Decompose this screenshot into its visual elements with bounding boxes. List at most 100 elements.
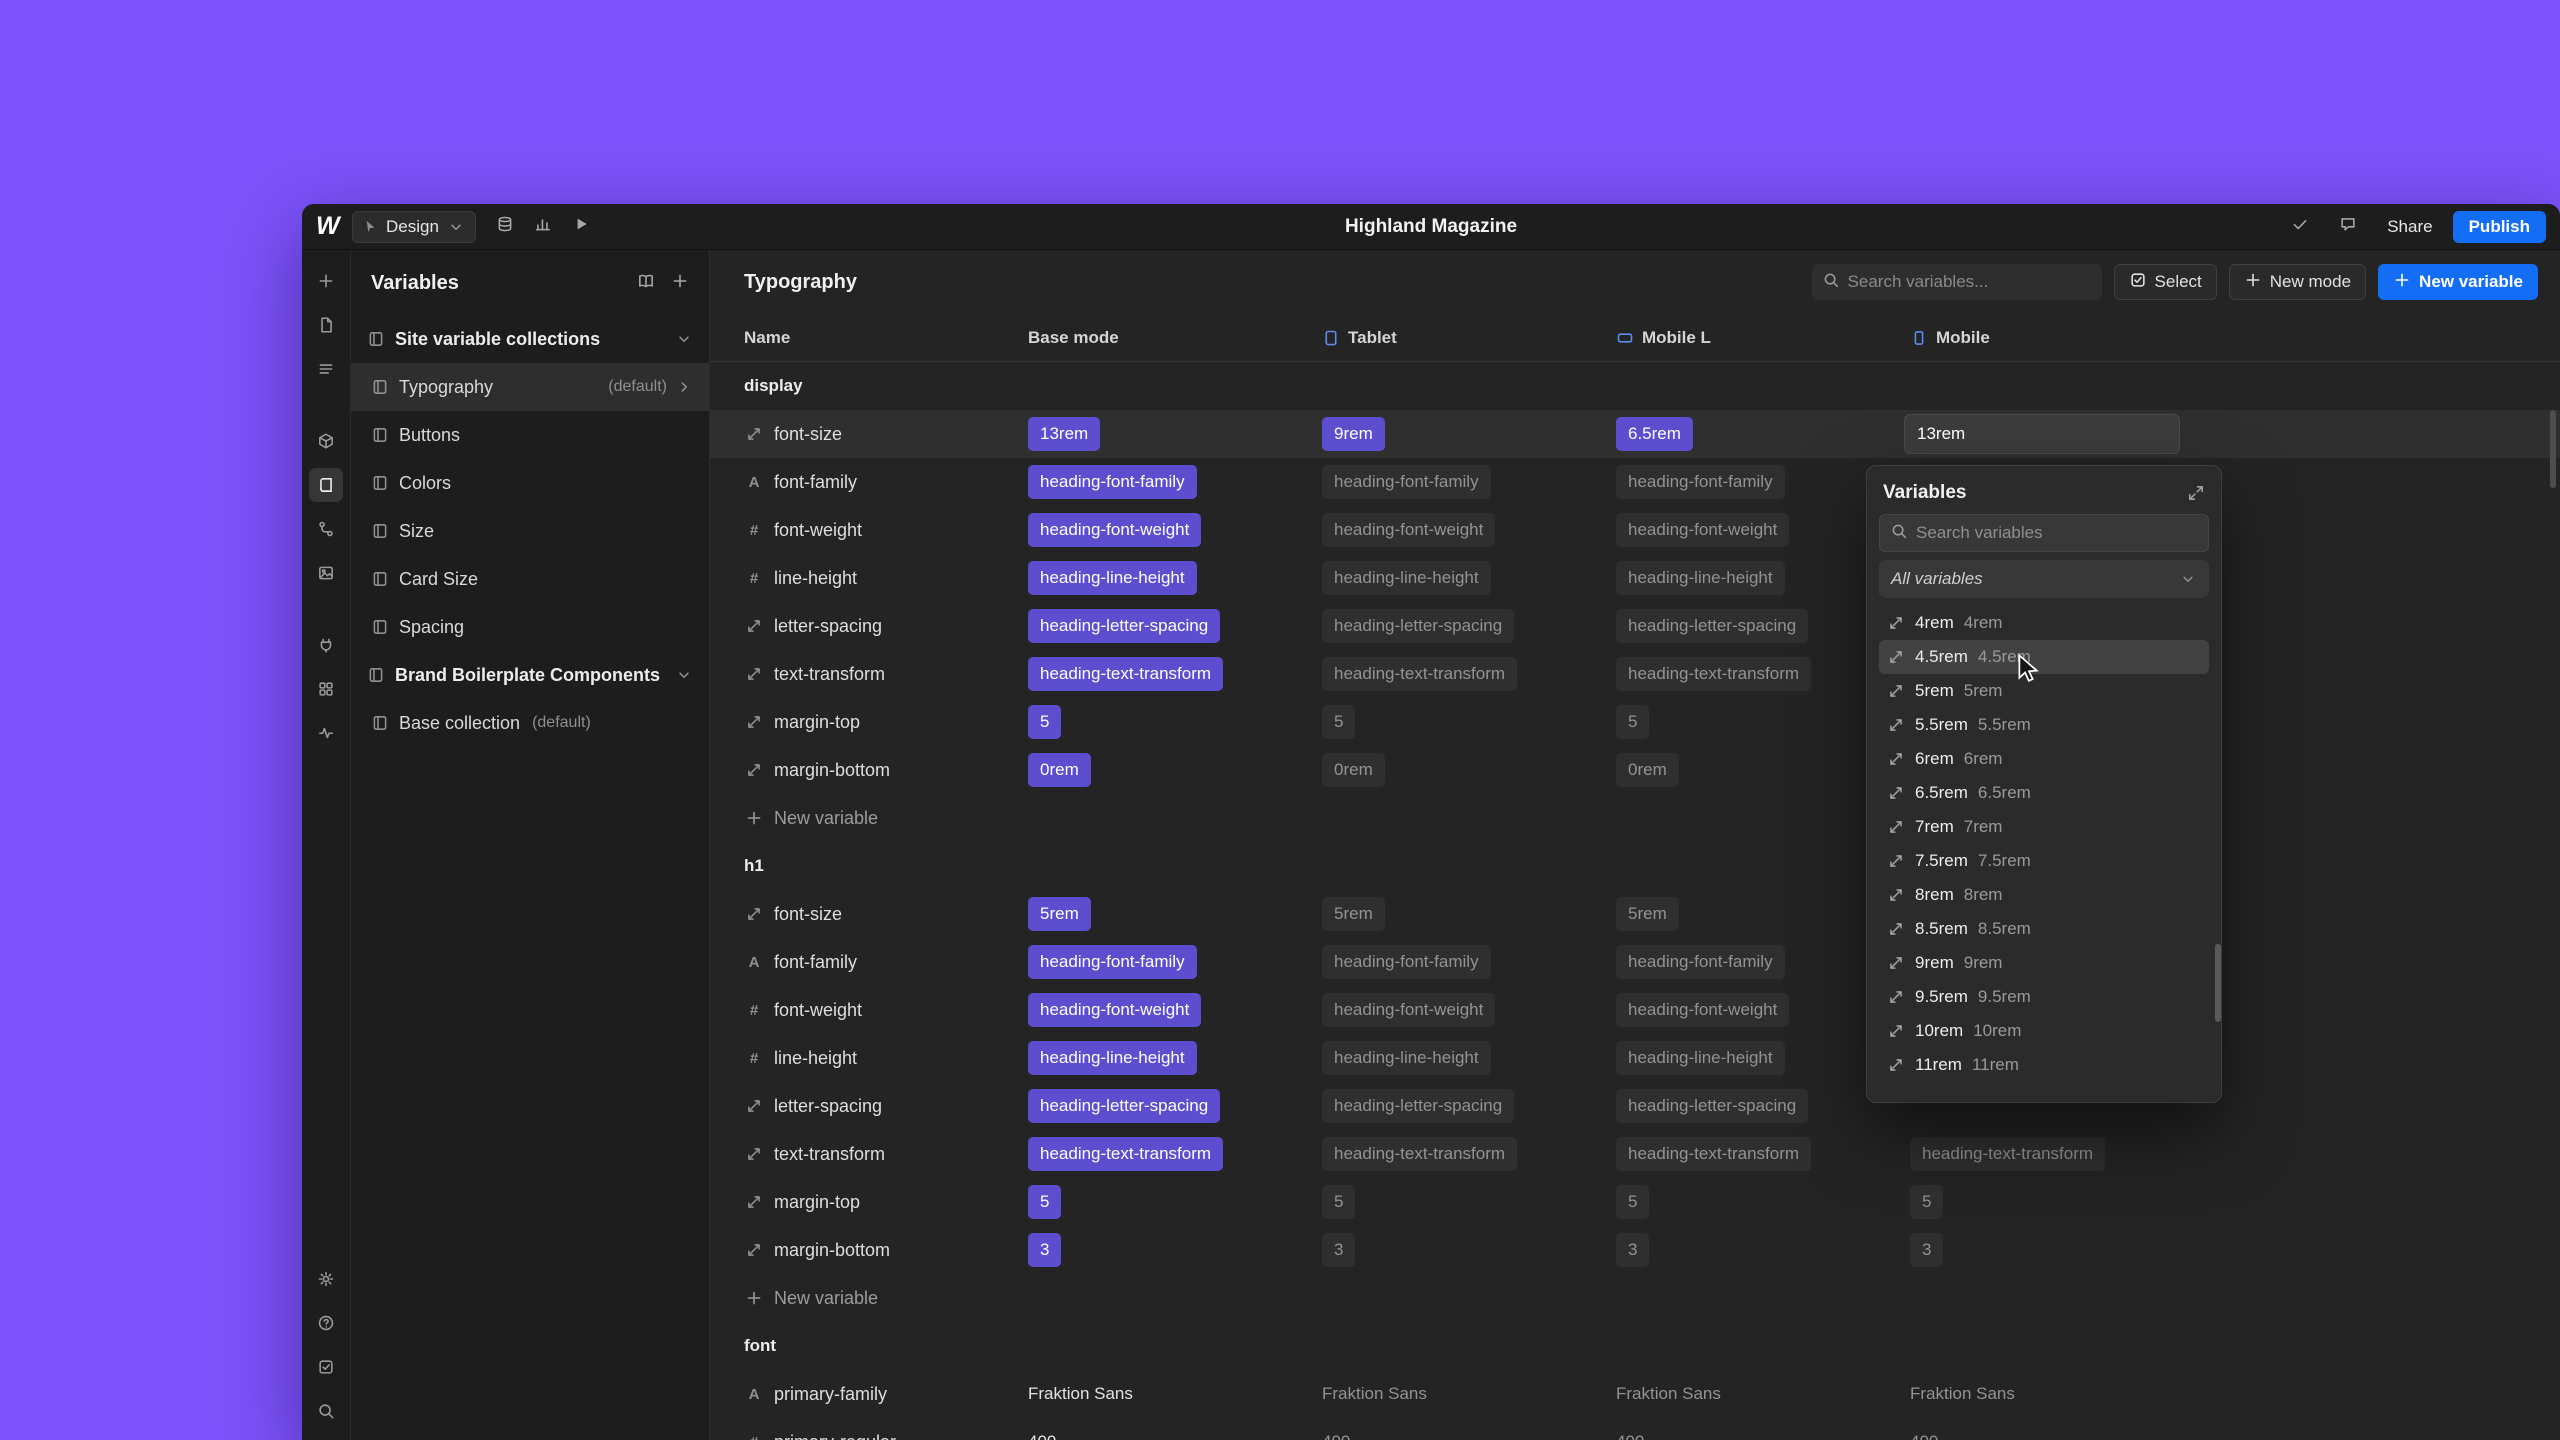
sidebar-item-spacing[interactable]: Spacing xyxy=(351,603,709,651)
plus-icon[interactable] xyxy=(309,264,343,298)
variable-row-display-margin-bottom[interactable]: margin-bottom0rem0rem0rem xyxy=(710,746,2560,794)
sidebar-item-buttons[interactable]: Buttons xyxy=(351,411,709,459)
value-pill-mobile-l[interactable]: heading-text-transform xyxy=(1616,657,1811,691)
navigator-icon[interactable] xyxy=(309,352,343,386)
variable-row-display-margin-top[interactable]: margin-top555 xyxy=(710,698,2560,746)
detach-icon[interactable] xyxy=(2187,484,2205,502)
value-pill-base-mode[interactable]: heading-text-transform xyxy=(1028,657,1223,691)
variable-option-8rem[interactable]: 8rem8rem xyxy=(1879,878,2209,912)
popover-search-input[interactable] xyxy=(1916,523,2198,543)
value-pill-tablet[interactable]: heading-font-family xyxy=(1322,945,1491,979)
value-pill-tablet[interactable]: heading-line-height xyxy=(1322,561,1491,595)
value-pill-tablet[interactable]: heading-text-transform xyxy=(1322,657,1517,691)
value-pill-base-mode[interactable]: 3 xyxy=(1028,1233,1061,1267)
value-mobile[interactable]: Fraktion Sans xyxy=(1910,1384,2015,1403)
variable-option-11rem[interactable]: 11rem11rem xyxy=(1879,1048,2209,1082)
value-mobile-l[interactable]: 400 xyxy=(1616,1432,1644,1440)
value-pill-base-mode[interactable]: 5 xyxy=(1028,1185,1061,1219)
value-pill-tablet[interactable]: 3 xyxy=(1322,1233,1355,1267)
variable-row-h1-margin-top[interactable]: margin-top5555 xyxy=(710,1178,2560,1226)
value-pill-mobile-l[interactable]: 5 xyxy=(1616,705,1649,739)
sidebar-item-size[interactable]: Size xyxy=(351,507,709,555)
variable-row-display-text-transform[interactable]: text-transformheading-text-transformhead… xyxy=(710,650,2560,698)
sidebar-item-colors[interactable]: Colors xyxy=(351,459,709,507)
variable-row-h1-margin-bottom[interactable]: margin-bottom3333 xyxy=(710,1226,2560,1274)
collection-group-brand-boilerplate-components[interactable]: Brand Boilerplate Components xyxy=(351,651,709,699)
value-mobile[interactable]: 400 xyxy=(1910,1432,1938,1440)
variable-option-8-5rem[interactable]: 8.5rem8.5rem xyxy=(1879,912,2209,946)
checklist-icon[interactable] xyxy=(309,1350,343,1384)
variable-row-display-font-weight[interactable]: #font-weightheading-font-weightheading-f… xyxy=(710,506,2560,554)
sidebar-item-base-collection[interactable]: Base collection(default) xyxy=(351,699,709,747)
variable-option-5rem[interactable]: 5rem5rem xyxy=(1879,674,2209,708)
new-variable-row-button[interactable]: New variable xyxy=(710,794,2560,842)
value-pill-mobile[interactable]: heading-text-transform xyxy=(1910,1137,2105,1171)
variables-filter-select[interactable]: All variables xyxy=(1879,560,2209,598)
help-icon[interactable] xyxy=(309,1306,343,1340)
settings-gear-icon[interactable] xyxy=(309,1262,343,1296)
variable-option-7rem[interactable]: 7rem7rem xyxy=(1879,810,2209,844)
variable-row-font-primary-regular[interactable]: #primary-regular400400400400 xyxy=(710,1418,2560,1440)
new-variable-row-button[interactable]: New variable xyxy=(710,1274,2560,1322)
value-pill-mobile-l[interactable]: heading-text-transform xyxy=(1616,1137,1811,1171)
variable-row-display-line-height[interactable]: #line-heightheading-line-heightheading-l… xyxy=(710,554,2560,602)
value-pill-base-mode[interactable]: heading-font-family xyxy=(1028,945,1197,979)
chevron-down-icon[interactable] xyxy=(675,666,693,684)
value-pill-tablet[interactable]: heading-line-height xyxy=(1322,1041,1491,1075)
publish-button[interactable]: Publish xyxy=(2453,211,2546,243)
add-collection-button[interactable] xyxy=(671,272,689,295)
analytics-button[interactable] xyxy=(524,211,562,243)
share-button[interactable]: Share xyxy=(2377,211,2442,243)
value-pill-tablet[interactable]: 9rem xyxy=(1322,417,1385,451)
comments-button[interactable] xyxy=(2329,211,2367,243)
value-pill-base-mode[interactable]: 5rem xyxy=(1028,897,1091,931)
value-pill-mobile-l[interactable]: 6.5rem xyxy=(1616,417,1693,451)
library-icon[interactable] xyxy=(637,272,655,295)
value-mobile-l[interactable]: Fraktion Sans xyxy=(1616,1384,1721,1403)
sidebar-item-typography[interactable]: Typography(default) xyxy=(351,363,709,411)
variable-option-7-5rem[interactable]: 7.5rem7.5rem xyxy=(1879,844,2209,878)
value-pill-mobile-l[interactable]: 5rem xyxy=(1616,897,1679,931)
value-pill-base-mode[interactable]: heading-font-family xyxy=(1028,465,1197,499)
value-pill-base-mode[interactable]: heading-letter-spacing xyxy=(1028,609,1220,643)
variable-row-h1-font-size[interactable]: font-size5rem5rem5rem xyxy=(710,890,2560,938)
value-pill-base-mode[interactable]: heading-font-weight xyxy=(1028,513,1201,547)
value-pill-tablet[interactable]: heading-font-family xyxy=(1322,465,1491,499)
value-pill-tablet[interactable]: heading-letter-spacing xyxy=(1322,609,1514,643)
value-pill-mobile-l[interactable]: heading-letter-spacing xyxy=(1616,1089,1808,1123)
variable-row-h1-letter-spacing[interactable]: letter-spacingheading-letter-spacinghead… xyxy=(710,1082,2560,1130)
logic-icon[interactable] xyxy=(309,512,343,546)
value-edit-input[interactable]: 13rem xyxy=(1904,414,2180,454)
collection-group-site-variable-collections[interactable]: Site variable collections xyxy=(351,315,709,363)
components-icon[interactable] xyxy=(309,424,343,458)
value-pill-mobile-l[interactable]: heading-font-family xyxy=(1616,465,1785,499)
value-pill-mobile-l[interactable]: heading-font-family xyxy=(1616,945,1785,979)
value-pill-tablet[interactable]: heading-font-weight xyxy=(1322,993,1495,1027)
main-scrollbar-thumb[interactable] xyxy=(2550,410,2556,488)
value-base-mode[interactable]: 400 xyxy=(1028,1432,1056,1440)
variable-row-display-letter-spacing[interactable]: letter-spacingheading-letter-spacinghead… xyxy=(710,602,2560,650)
search-input[interactable] xyxy=(1848,272,2092,292)
variable-row-h1-font-family[interactable]: Afont-familyheading-font-familyheading-f… xyxy=(710,938,2560,986)
value-pill-tablet[interactable]: 5 xyxy=(1322,1185,1355,1219)
value-tablet[interactable]: 400 xyxy=(1322,1432,1350,1440)
value-tablet[interactable]: Fraktion Sans xyxy=(1322,1384,1427,1403)
value-pill-base-mode[interactable]: heading-line-height xyxy=(1028,561,1197,595)
value-pill-mobile-l[interactable]: heading-line-height xyxy=(1616,561,1785,595)
new-variable-button[interactable]: New variable xyxy=(2378,264,2538,300)
value-pill-mobile-l[interactable]: heading-font-weight xyxy=(1616,993,1789,1027)
variable-option-6-5rem[interactable]: 6.5rem6.5rem xyxy=(1879,776,2209,810)
value-pill-base-mode[interactable]: heading-letter-spacing xyxy=(1028,1089,1220,1123)
variable-option-4rem[interactable]: 4rem4rem xyxy=(1879,606,2209,640)
value-pill-tablet[interactable]: 5 xyxy=(1322,705,1355,739)
variable-row-h1-line-height[interactable]: #line-heightheading-line-heightheading-l… xyxy=(710,1034,2560,1082)
webflow-logo-icon[interactable]: W xyxy=(316,212,352,241)
value-pill-base-mode[interactable]: 5 xyxy=(1028,705,1061,739)
design-mode-button[interactable]: Design xyxy=(352,211,476,243)
variable-row-display-font-size[interactable]: font-size13rem9rem6.5rem13rem xyxy=(710,410,2560,458)
variable-row-font-primary-family[interactable]: Aprimary-familyFraktion SansFraktion San… xyxy=(710,1370,2560,1418)
value-pill-mobile[interactable]: 3 xyxy=(1910,1233,1943,1267)
pages-icon[interactable] xyxy=(309,308,343,342)
chevron-down-icon[interactable] xyxy=(675,330,693,348)
apps-icon[interactable] xyxy=(309,672,343,706)
